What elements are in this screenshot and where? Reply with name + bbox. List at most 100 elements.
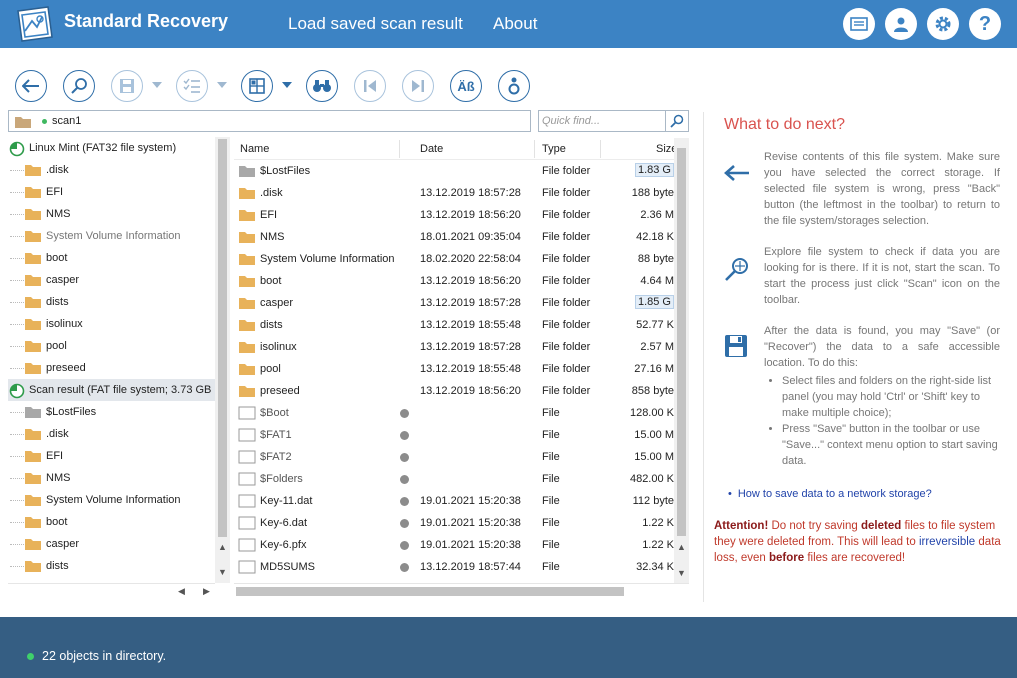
- tree-horizontal-scrollbar[interactable]: ◀ ▶: [8, 583, 215, 598]
- help-button[interactable]: ?: [969, 8, 1001, 40]
- tree-scroll-thumb[interactable]: [218, 139, 227, 537]
- back-button[interactable]: [15, 70, 47, 102]
- select-button[interactable]: [176, 70, 208, 102]
- scroll-down-icon[interactable]: ▼: [218, 567, 227, 577]
- folder-icon: [24, 559, 42, 576]
- folder-icon: [238, 186, 256, 203]
- nav-about[interactable]: About: [493, 14, 537, 34]
- file-row[interactable]: NMS 18.01.2021 09:35:04 File folder 42.18 K: [234, 226, 674, 248]
- tree-item[interactable]: dists: [8, 555, 215, 577]
- tree-item[interactable]: Linux Mint (FAT32 file system): [8, 137, 215, 159]
- file-row[interactable]: pool 13.12.2019 18:55:48 File folder 27.16 …: [234, 358, 674, 380]
- quick-find-input[interactable]: Quick find...: [538, 110, 666, 132]
- file-row[interactable]: $FAT1 File 15.00 M: [234, 424, 674, 446]
- file-row[interactable]: Key-6.dat 19.01.2021 15:20:38 File 1.22 K: [234, 512, 674, 534]
- folder-tree[interactable]: Linux Mint (FAT32 file system) .disk EFI NM…: [8, 137, 215, 583]
- view-dropdown-arrow[interactable]: [282, 82, 292, 88]
- match-case-button[interactable]: Äß: [450, 70, 482, 102]
- tree-connector: [10, 192, 24, 193]
- list-vertical-scrollbar[interactable]: ▲ ▼: [674, 138, 689, 583]
- tree-item[interactable]: System Volume Information: [8, 489, 215, 511]
- list-h-scroll-thumb[interactable]: [236, 587, 624, 596]
- view-button[interactable]: [241, 70, 273, 102]
- file-row[interactable]: System Volume Information 18.02.2020 22:5…: [234, 248, 674, 270]
- file-row[interactable]: Key-11.dat 19.01.2021 15:20:38 File 112 byt…: [234, 490, 674, 512]
- folder-icon: [15, 117, 31, 128]
- quick-find-button[interactable]: [666, 110, 689, 132]
- network-storage-link[interactable]: • How to save data to a network storage?: [728, 488, 932, 500]
- find-next-button[interactable]: [402, 70, 434, 102]
- file-row[interactable]: preseed 13.12.2019 18:56:20 File folder 858…: [234, 380, 674, 402]
- save-dropdown-arrow[interactable]: [152, 82, 162, 88]
- account-button[interactable]: [885, 8, 917, 40]
- file-row[interactable]: casper 13.12.2019 18:57:28 File folder 1.85…: [234, 292, 674, 314]
- tree-vertical-scrollbar[interactable]: ▲ ▼: [215, 137, 230, 583]
- scroll-left-icon[interactable]: ◀: [178, 586, 185, 597]
- save-button[interactable]: [111, 70, 143, 102]
- scan-button[interactable]: [63, 70, 95, 102]
- tree-item[interactable]: Scan result (FAT file system; 3.73 GB in: [8, 379, 215, 401]
- tree-item[interactable]: casper: [8, 533, 215, 555]
- file-row[interactable]: EFI 13.12.2019 18:56:20 File folder 2.36 M: [234, 204, 674, 226]
- scroll-down-icon[interactable]: ▼: [677, 568, 686, 578]
- file-row[interactable]: Key-6.pfx 19.01.2021 15:20:38 File 1.22 K: [234, 534, 674, 556]
- column-type[interactable]: Type: [542, 143, 566, 155]
- tree-item-label: casper: [46, 274, 80, 286]
- column-separator: [534, 140, 535, 158]
- column-date[interactable]: Date: [420, 143, 443, 155]
- tree-item[interactable]: .disk: [8, 159, 215, 181]
- tree-item-label: boot: [46, 516, 68, 528]
- find-button[interactable]: [306, 70, 338, 102]
- file-row[interactable]: $Folders File 482.00 K: [234, 468, 674, 490]
- file-row[interactable]: dists 13.12.2019 18:55:48 File folder 52.77…: [234, 314, 674, 336]
- file-name: isolinux: [260, 341, 297, 353]
- file-size: 52.77 K: [636, 319, 674, 331]
- tree-item[interactable]: System Volume Information: [8, 225, 215, 247]
- tree-item[interactable]: pool: [8, 335, 215, 357]
- tree-item[interactable]: EFI: [8, 445, 215, 467]
- list-horizontal-scrollbar[interactable]: [234, 583, 689, 598]
- tree-item[interactable]: .disk: [8, 423, 215, 445]
- file-row[interactable]: $Boot File 128.00 K: [234, 402, 674, 424]
- tree-item[interactable]: $LostFiles: [8, 401, 215, 423]
- settings-button[interactable]: [927, 8, 959, 40]
- list-scroll-thumb[interactable]: [677, 148, 686, 536]
- tree-item[interactable]: boot: [8, 247, 215, 269]
- scroll-up-icon[interactable]: ▲: [218, 542, 227, 552]
- tree-item[interactable]: EFI: [8, 181, 215, 203]
- path-value: scan1: [52, 115, 82, 127]
- tree-item[interactable]: NMS: [8, 467, 215, 489]
- folder-icon: [24, 515, 42, 532]
- nav-load-scan-result[interactable]: Load saved scan result: [288, 14, 463, 34]
- file-row[interactable]: MD5SUMS 13.12.2019 18:57:44 File 32.34 K: [234, 556, 674, 578]
- tree-item-label: EFI: [46, 186, 64, 198]
- file-row[interactable]: boot 13.12.2019 18:56:20 File folder 4.64 M: [234, 270, 674, 292]
- select-dropdown-arrow[interactable]: [217, 82, 227, 88]
- tree-item[interactable]: isolinux: [8, 313, 215, 335]
- file-row[interactable]: .disk 13.12.2019 18:57:28 File folder 188 b…: [234, 182, 674, 204]
- view-icon: [249, 78, 265, 94]
- file-type: File folder: [542, 231, 591, 243]
- folder-icon: [24, 295, 42, 312]
- scroll-right-icon[interactable]: ▶: [203, 586, 210, 597]
- file-list[interactable]: $LostFiles File folder 1.83 G .disk 13.12.20…: [234, 160, 674, 580]
- info-icon: [508, 77, 520, 95]
- report-button[interactable]: [843, 8, 875, 40]
- file-row[interactable]: $FAT2 File 15.00 M: [234, 446, 674, 468]
- tree-item[interactable]: casper: [8, 269, 215, 291]
- find-previous-button[interactable]: [354, 70, 386, 102]
- folder-icon: [24, 273, 42, 290]
- column-name[interactable]: Name: [240, 143, 269, 155]
- scroll-up-icon[interactable]: ▲: [677, 542, 686, 552]
- file-row[interactable]: isolinux 13.12.2019 18:57:28 File folder 2.…: [234, 336, 674, 358]
- file-info-button[interactable]: [498, 70, 530, 102]
- tree-item[interactable]: preseed: [8, 357, 215, 379]
- scan-magnifier-icon: [725, 258, 748, 281]
- network-storage-link-text[interactable]: How to save data to a network storage?: [738, 488, 932, 500]
- file-row[interactable]: $LostFiles File folder 1.83 G: [234, 160, 674, 182]
- tree-item[interactable]: boot: [8, 511, 215, 533]
- tree-item[interactable]: NMS: [8, 203, 215, 225]
- folder-icon: [24, 229, 42, 246]
- tree-item[interactable]: dists: [8, 291, 215, 313]
- path-bar[interactable]: scan1: [8, 110, 531, 132]
